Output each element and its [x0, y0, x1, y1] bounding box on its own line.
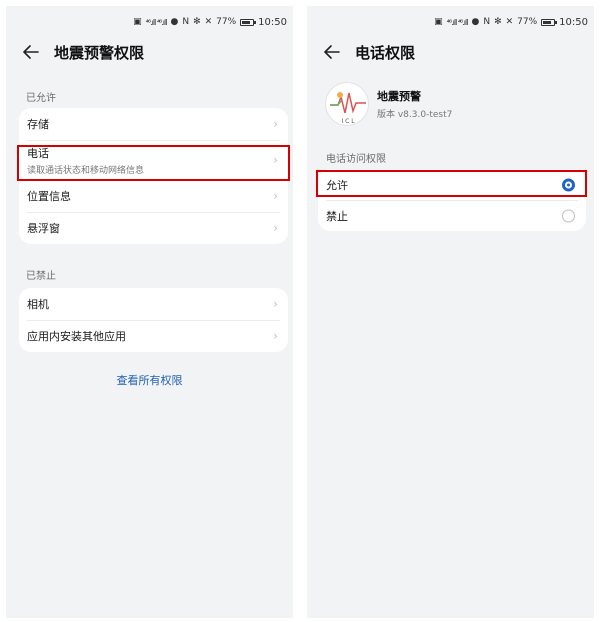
allowed-section-label: 已允许 — [26, 93, 56, 104]
status-bar: ▣ ⁴⁶.ıll ⁴⁶.ıll ● N ✻ ✕ 77% 10:50 — [133, 12, 287, 32]
chevron-right-icon: › — [273, 329, 278, 343]
permission-label: 电话 — [27, 146, 49, 160]
battery-icon — [541, 18, 558, 26]
back-arrow-icon[interactable] — [321, 41, 343, 63]
view-all-permissions-link[interactable]: 查看所有权限 — [6, 372, 293, 388]
permission-item-storage[interactable]: 存储 › — [19, 108, 288, 140]
permission-item-phone[interactable]: 电话 读取通话状态和移动网络信息 › — [19, 140, 288, 180]
permission-label: 相机 — [27, 298, 49, 311]
mute-icon: ✕ — [505, 17, 514, 27]
permission-description: 读取通话状态和移动网络信息 — [27, 165, 145, 176]
app-version: 版本 v8.3.0-test7 — [377, 110, 453, 120]
battery-percent: 77% — [517, 17, 538, 27]
permission-item-install-apps[interactable]: 应用内安装其他应用 › — [19, 320, 288, 352]
nfc-icon: ▣ — [434, 17, 443, 27]
page-title: 电话权限 — [355, 43, 416, 62]
option-label: 允许 — [326, 178, 348, 192]
permission-item-overlay[interactable]: 悬浮窗 › — [19, 212, 288, 244]
chevron-right-icon: › — [273, 189, 278, 203]
option-allow[interactable]: 允许 — [318, 169, 586, 200]
chevron-right-icon: › — [273, 117, 278, 131]
denied-section-label: 已禁止 — [26, 271, 56, 282]
clock: 10:50 — [559, 16, 588, 28]
mute-icon: ✕ — [204, 17, 213, 27]
permission-item-location[interactable]: 位置信息 › — [19, 180, 288, 212]
chevron-right-icon: › — [273, 153, 278, 167]
nfc-badge-icon: N — [483, 17, 491, 27]
page-header: 地震预警权限 — [20, 41, 144, 63]
app-logo-icon: I C L — [325, 82, 369, 126]
radio-unchecked-icon[interactable] — [562, 209, 575, 222]
permission-label: 位置信息 — [27, 190, 71, 203]
denied-permissions-card: 相机 › 应用内安装其他应用 › — [19, 288, 288, 352]
phone-permission-screen: ▣ ⁴⁶.ıll ⁴⁶.ıll ● N ✻ ✕ 77% 10:50 电话权限 I… — [307, 6, 594, 618]
signal-indicator: ⁴⁶.ıll ⁴⁶.ıll — [145, 17, 168, 27]
signal-indicator: ⁴⁶.ıll ⁴⁶.ıll — [446, 17, 469, 27]
chevron-right-icon: › — [273, 221, 278, 235]
phone-access-section-label: 电话访问权限 — [326, 154, 386, 165]
chevron-right-icon: › — [273, 297, 278, 311]
page-header: 电话权限 — [321, 41, 415, 63]
option-deny[interactable]: 禁止 — [318, 200, 586, 231]
app-logo-letters: I C L — [341, 118, 355, 125]
nfc-icon: ▣ — [133, 17, 142, 27]
app-info: I C L 地震预警 版本 v8.3.0-test7 — [325, 82, 452, 126]
option-label: 禁止 — [326, 209, 348, 223]
permission-label: 应用内安装其他应用 — [27, 330, 126, 343]
phone-access-options-card: 允许 禁止 — [318, 169, 586, 231]
permission-label: 悬浮窗 — [27, 222, 60, 235]
back-arrow-icon[interactable] — [20, 41, 42, 63]
battery-percent: 77% — [216, 17, 237, 27]
battery-icon — [240, 18, 257, 26]
page-title: 地震预警权限 — [54, 43, 145, 62]
clock: 10:50 — [258, 16, 287, 28]
status-bar: ▣ ⁴⁶.ıll ⁴⁶.ıll ● N ✻ ✕ 77% 10:50 — [434, 12, 588, 32]
allowed-permissions-card: 存储 › 电话 读取通话状态和移动网络信息 › 位置信息 › 悬浮窗 › — [19, 108, 288, 244]
bluetooth-icon: ✻ — [193, 17, 201, 27]
permissions-screen: ▣ ⁴⁶.ıll ⁴⁶.ıll ● N ✻ ✕ 77% 10:50 地震预警权限… — [6, 6, 293, 618]
permission-item-camera[interactable]: 相机 › — [19, 288, 288, 320]
permission-label: 存储 — [27, 118, 49, 131]
nfc-badge-icon: N — [182, 17, 190, 27]
bluetooth-icon: ✻ — [494, 17, 502, 27]
app-name: 地震预警 — [377, 90, 421, 103]
app-notification-icon: ● — [471, 17, 480, 27]
radio-checked-icon[interactable] — [562, 178, 575, 191]
app-notification-icon: ● — [170, 17, 179, 27]
